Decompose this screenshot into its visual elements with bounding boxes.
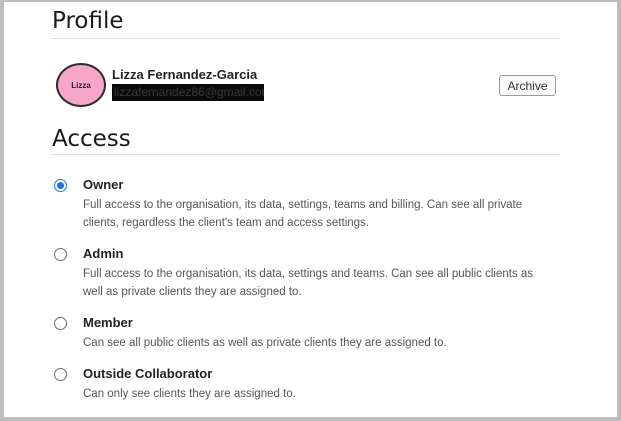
divider [52,38,560,39]
profile-heading: Profile [52,8,124,34]
role-name[interactable]: Admin [83,246,123,261]
avatar-initials: Lizza [71,80,91,90]
role-description: Can only see clients they are assigned t… [83,388,296,400]
role-description: Full access to the organisation, its dat… [83,199,523,229]
radio-member[interactable] [54,317,67,330]
user-name: Lizza Fernandez-Garcia [112,67,258,82]
radio-admin[interactable] [54,248,67,261]
window-frame: Profile Lizza Lizza Fernandez-Garcia liz… [0,0,621,421]
role-name[interactable]: Owner [83,177,123,192]
archive-button[interactable]: Archive [499,75,556,96]
role-name[interactable]: Outside Collaborator [83,366,212,381]
role-description: Full access to the organisation, its dat… [83,268,534,298]
divider [52,154,560,155]
role-description: Can see all public clients as well as pr… [83,337,447,349]
avatar: Lizza [56,63,106,107]
role-name[interactable]: Member [83,315,133,330]
access-heading: Access [52,126,131,152]
user-email: lizzafernandez86@gmail.com [112,84,264,101]
radio-owner[interactable] [54,179,67,192]
radio-outside-collaborator[interactable] [54,368,67,381]
